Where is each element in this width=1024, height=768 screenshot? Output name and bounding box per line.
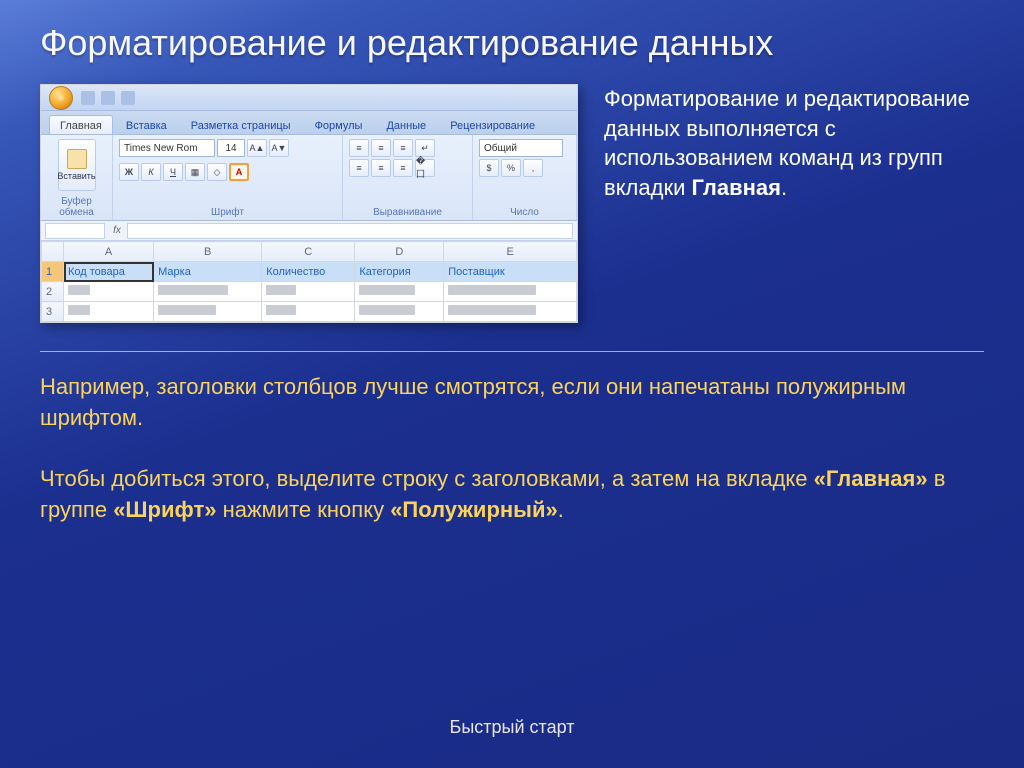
grow-font-icon[interactable]: A▲ — [247, 139, 267, 157]
cell[interactable] — [262, 302, 355, 322]
col-header-b[interactable]: B — [154, 242, 262, 262]
group-font-label: Шрифт — [119, 205, 336, 218]
cell[interactable] — [154, 302, 262, 322]
align-right-icon[interactable]: ≡ — [393, 159, 413, 177]
body-p2: Чтобы добиться этого, выделите строку с … — [40, 464, 984, 526]
side-paragraph: Форматирование и редактирование данных в… — [604, 84, 984, 323]
group-number-label: Число — [479, 205, 570, 218]
tab-page-layout[interactable]: Разметка страницы — [180, 115, 302, 134]
font-size-combo[interactable]: 14 — [217, 139, 245, 157]
cell[interactable] — [64, 302, 154, 322]
cell[interactable] — [262, 282, 355, 302]
group-alignment: ≡ ≡ ≡ ↵ ≡ ≡ ≡ �囗 Выравнивание — [343, 135, 473, 220]
body-p1: Например, заголовки столбцов лучше смотр… — [40, 372, 984, 434]
table-row: 1 Код товара Марка Количество Категория … — [42, 262, 577, 282]
tab-home[interactable]: Главная — [49, 115, 113, 134]
paste-label: Вставить — [57, 171, 95, 181]
side-text-bold: Главная — [692, 175, 781, 200]
table-row: 2 — [42, 282, 577, 302]
excel-screenshot: Главная Вставка Разметка страницы Формул… — [40, 84, 578, 323]
side-text: Форматирование и редактирование данных в… — [604, 86, 970, 200]
cell[interactable] — [64, 282, 154, 302]
cell-d1[interactable]: Категория — [355, 262, 444, 282]
excel-titlebar — [41, 85, 577, 111]
col-header-e[interactable]: E — [444, 242, 577, 262]
percent-icon[interactable]: % — [501, 159, 521, 177]
cell[interactable] — [355, 302, 444, 322]
cell-e1[interactable]: Поставщик — [444, 262, 577, 282]
italic-button[interactable]: К — [141, 163, 161, 181]
number-format-combo[interactable]: Общий — [479, 139, 563, 157]
content-row: Главная Вставка Разметка страницы Формул… — [0, 64, 1024, 323]
body-paragraphs: Например, заголовки столбцов лучше смотр… — [0, 352, 1024, 526]
align-left-icon[interactable]: ≡ — [349, 159, 369, 177]
qat-redo-icon[interactable] — [121, 91, 135, 105]
col-header-c[interactable]: C — [262, 242, 355, 262]
row-header-3[interactable]: 3 — [42, 302, 64, 322]
tab-review[interactable]: Рецензирование — [439, 115, 546, 134]
wrap-text-icon[interactable]: ↵ — [415, 139, 435, 157]
cell[interactable] — [154, 282, 262, 302]
group-align-label: Выравнивание — [349, 205, 466, 218]
worksheet: A B C D E 1 Код товара Марка Количество … — [41, 241, 577, 322]
align-top-icon[interactable]: ≡ — [349, 139, 369, 157]
cell[interactable] — [444, 282, 577, 302]
tab-insert[interactable]: Вставка — [115, 115, 178, 134]
select-all-corner[interactable] — [42, 242, 64, 262]
currency-icon[interactable]: $ — [479, 159, 499, 177]
qat-undo-icon[interactable] — [101, 91, 115, 105]
row-header-2[interactable]: 2 — [42, 282, 64, 302]
group-clipboard: Вставить Буфер обмена — [41, 135, 113, 220]
row-header-1[interactable]: 1 — [42, 262, 64, 282]
ribbon-tabs: Главная Вставка Разметка страницы Формул… — [41, 111, 577, 135]
borders-icon[interactable]: ▦ — [185, 163, 205, 181]
shrink-font-icon[interactable]: A▼ — [269, 139, 289, 157]
col-header-d[interactable]: D — [355, 242, 444, 262]
ribbon: Вставить Буфер обмена Times New Rom 14 A… — [41, 135, 577, 221]
tab-formulas[interactable]: Формулы — [304, 115, 374, 134]
name-box[interactable] — [45, 223, 105, 239]
align-middle-icon[interactable]: ≡ — [371, 139, 391, 157]
cell-c1[interactable]: Количество — [262, 262, 355, 282]
group-number: Общий $ % , Число — [473, 135, 577, 220]
formula-input[interactable] — [127, 223, 573, 239]
slide-title: Форматирование и редактирование данных — [0, 0, 1024, 64]
paste-icon — [67, 149, 87, 169]
cell-b1[interactable]: Марка — [154, 262, 262, 282]
footer-text: Быстрый старт — [0, 717, 1024, 738]
align-bottom-icon[interactable]: ≡ — [393, 139, 413, 157]
cell[interactable] — [444, 302, 577, 322]
font-name-combo[interactable]: Times New Rom — [119, 139, 215, 157]
bold-button[interactable]: Ж — [119, 163, 139, 181]
fx-icon[interactable]: fx — [107, 225, 127, 236]
align-center-icon[interactable]: ≡ — [371, 159, 391, 177]
group-font: Times New Rom 14 A▲ A▼ Ж К Ч ▦ ◇ A Шрифт — [113, 135, 343, 220]
cell-a1[interactable]: Код товара — [64, 262, 154, 282]
fill-color-icon[interactable]: ◇ — [207, 163, 227, 181]
col-header-a[interactable]: A — [64, 242, 154, 262]
office-button-icon[interactable] — [49, 86, 73, 110]
qat-save-icon[interactable] — [81, 91, 95, 105]
paste-button[interactable]: Вставить — [58, 139, 96, 191]
table-row: 3 — [42, 302, 577, 322]
formula-bar: fx — [41, 221, 577, 241]
comma-icon[interactable]: , — [523, 159, 543, 177]
quick-access-toolbar — [81, 91, 135, 105]
group-clipboard-label: Буфер обмена — [47, 194, 106, 218]
merge-icon[interactable]: �囗 — [415, 159, 435, 177]
underline-button[interactable]: Ч — [163, 163, 183, 181]
font-color-button[interactable]: A — [229, 163, 249, 181]
tab-data[interactable]: Данные — [375, 115, 437, 134]
cell[interactable] — [355, 282, 444, 302]
